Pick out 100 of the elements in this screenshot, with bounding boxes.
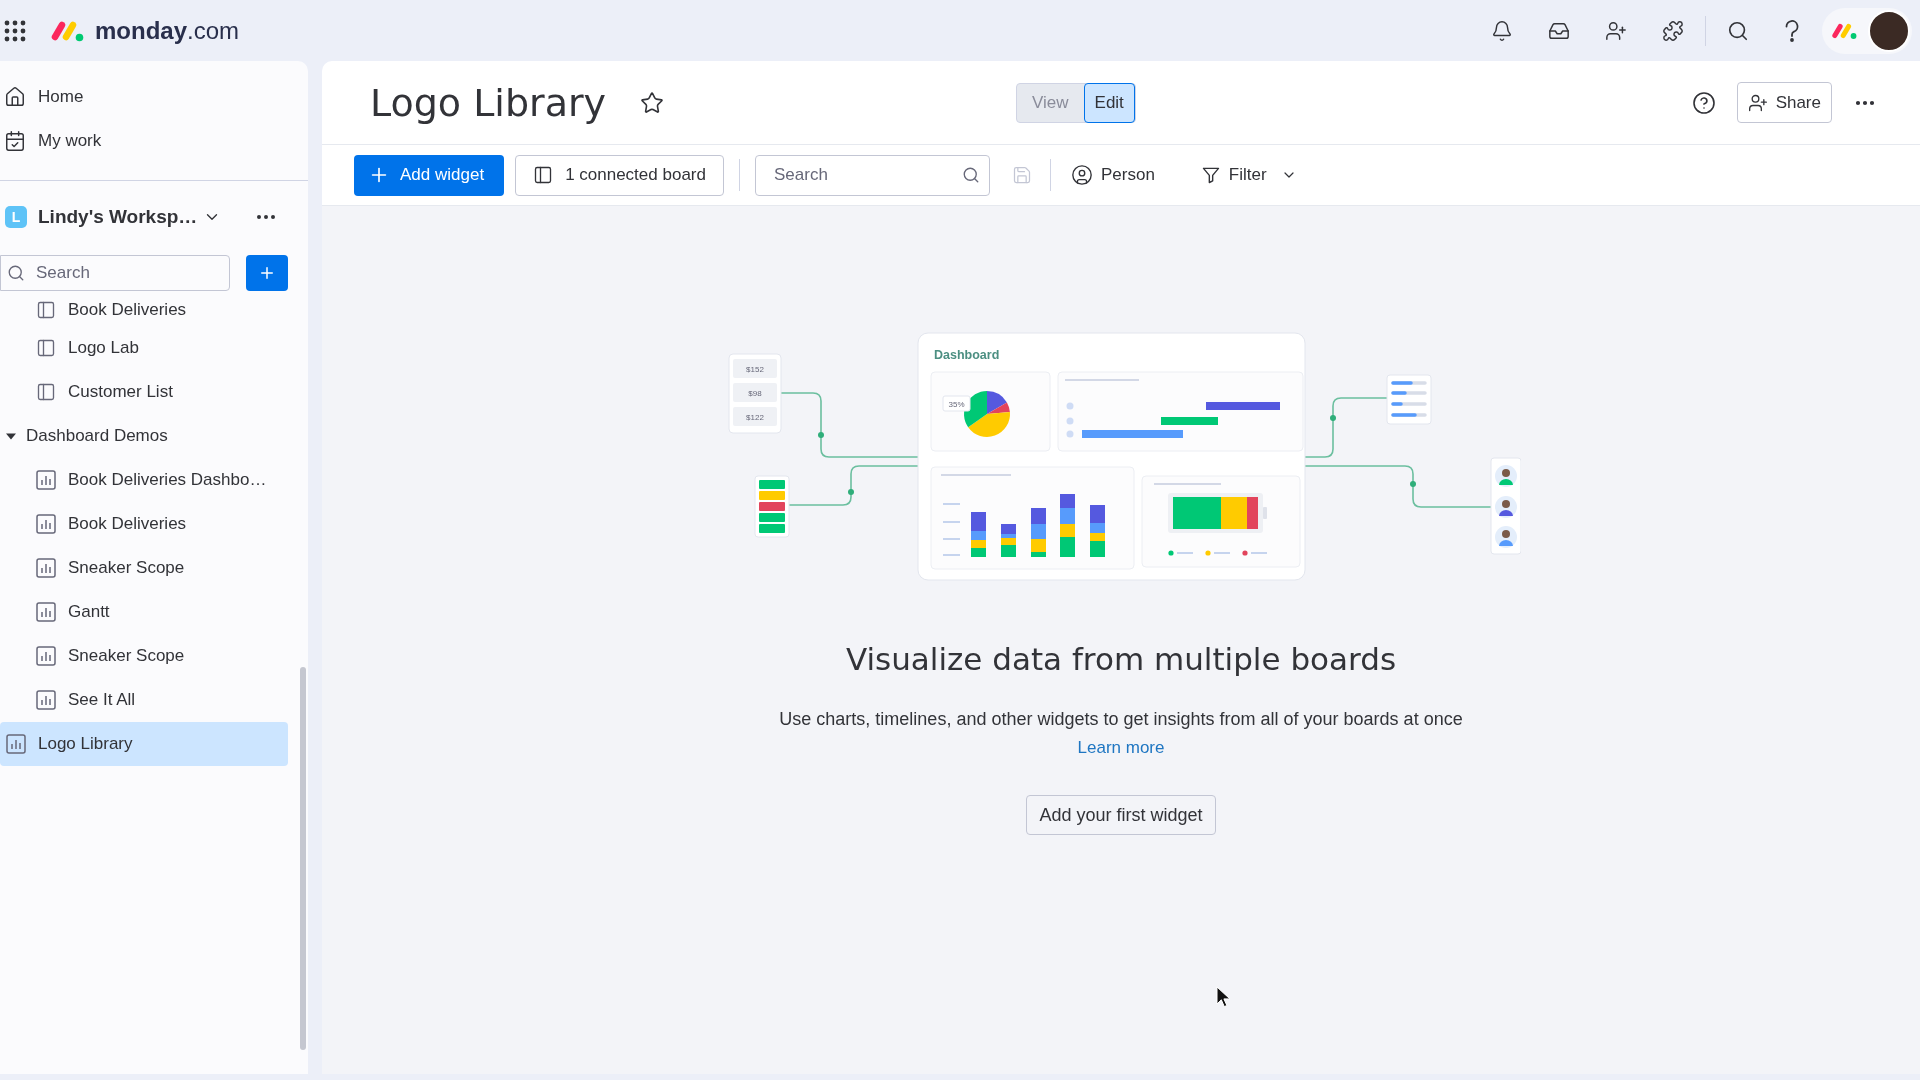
stacked-bar [1090,505,1105,557]
panel-icon [36,300,56,320]
chart-icon [36,558,56,578]
board-title: Logo Library [370,80,607,125]
filter-button[interactable]: Filter [1191,154,1306,196]
percent-label: 35% [948,399,965,409]
question-circle-icon[interactable] [1691,90,1716,115]
card-title: Dashboard [934,348,1000,362]
person-icon [1495,496,1517,518]
stacked-bar [1031,508,1046,557]
search-field[interactable]: Search [754,154,990,196]
puzzle-icon[interactable] [1662,19,1684,42]
chart-icon [6,734,26,754]
bell-icon[interactable] [1491,19,1513,42]
legend-line [1213,552,1231,554]
logo-wordmark: monday.com [95,16,240,45]
person-plus-icon[interactable] [1605,19,1627,42]
price-label: $98 [748,389,762,398]
chart-icon [36,646,56,666]
logo-mark-icon [1831,21,1857,40]
person-filter-button[interactable]: Person [1061,154,1164,196]
chart-icon [36,514,56,534]
share-button[interactable]: Share [1736,82,1832,123]
panel-icon [36,338,56,358]
price-label: $122 [746,413,764,422]
mode-tab[interactable]: Edit [1083,82,1135,123]
search-icon[interactable] [1727,19,1749,42]
text-placeholder-line [940,474,1012,476]
empty-state-text: Use charts, timelines, and other widgets to get insights from all of your boards at once [779,708,1463,731]
nav-item[interactable]: Home [0,75,308,119]
folder-item[interactable]: Dashboard Demos [0,414,288,458]
plus-icon [258,264,276,282]
list-line [1391,413,1427,417]
legend-line [1250,552,1268,554]
sidebar-item[interactable]: Customer List [0,370,288,414]
cursor-icon [1216,986,1230,1008]
status-chip [759,491,785,500]
sidebar-item[interactable]: Logo Lab [0,326,288,370]
add-first-widget-button[interactable]: Add your first widget [1026,795,1216,835]
add-button[interactable] [246,255,288,291]
search-field[interactable]: Search [0,255,230,291]
house-icon [4,86,26,108]
sidebar-item[interactable]: Book Deliveries [0,294,288,326]
star-icon[interactable] [640,90,665,115]
axis-tick-line [942,503,961,505]
legend-line [1176,552,1194,554]
status-chip [759,513,785,522]
sidebar-item[interactable]: See It All [0,678,288,722]
sidebar-item[interactable]: Book Deliveries [0,502,288,546]
bullet-dot [1066,430,1074,438]
scrollbar-thumb[interactable] [300,667,306,1050]
stacked-bar [1001,524,1016,557]
logo-mark-icon [50,19,84,42]
caret-icon[interactable] [6,431,16,441]
person-icon [1495,526,1517,548]
axis-tick-line [942,521,961,523]
nav-item[interactable]: My work [0,119,308,163]
axis-tick-line [942,554,961,556]
status-chip [759,524,785,533]
sidebar-item[interactable]: Book Deliveries Dashbo… [0,458,288,502]
panel-icon [533,165,554,185]
status-chip [759,502,785,511]
legend-dot [1242,550,1248,556]
connected-boards-button[interactable]: 1 connected board [515,154,724,196]
search-icon [7,264,25,282]
bullet-dot [1066,402,1074,410]
user-avatar[interactable] [1868,9,1910,52]
bullet-dot [1066,417,1074,425]
funnel-icon [1200,165,1221,185]
person-plus-icon [1747,92,1768,113]
empty-state-heading: Visualize data from multiple boards [845,640,1397,679]
price-label: $152 [746,365,764,374]
status-chip [759,480,785,489]
account-button[interactable] [1822,7,1912,54]
list-line [1391,381,1427,385]
list-line [1391,391,1427,395]
chart-icon [36,470,56,490]
workspace-name[interactable]: Lindy's Worksp… [38,206,198,228]
panel-icon [36,382,56,402]
dot-grid-icon[interactable] [4,19,26,42]
percent-tag [942,395,971,412]
calendar-check-icon [4,130,26,152]
stacked-bar [1060,494,1075,557]
sidebar-item[interactable]: Sneaker Scope [0,634,288,678]
text-placeholder-line [1153,483,1222,485]
question-mark-icon[interactable] [1784,19,1800,42]
legend-dot [1168,550,1174,556]
stacked-bar [971,512,986,557]
person-circle-icon [1070,164,1093,186]
learn-more-link[interactable]: Learn more [1077,736,1165,760]
sidebar-item[interactable]: Sneaker Scope [0,546,288,590]
sidebar-item[interactable]: Logo Library [0,722,288,766]
add-widget-button[interactable]: Add widget [354,154,505,196]
chart-icon [36,602,56,622]
sidebar-item[interactable]: Gantt [0,590,288,634]
person-icon [1495,465,1517,487]
axis-tick-line [942,538,961,540]
legend-dot [1205,550,1211,556]
timeline-bar [1161,417,1218,425]
chart-icon [36,690,56,710]
